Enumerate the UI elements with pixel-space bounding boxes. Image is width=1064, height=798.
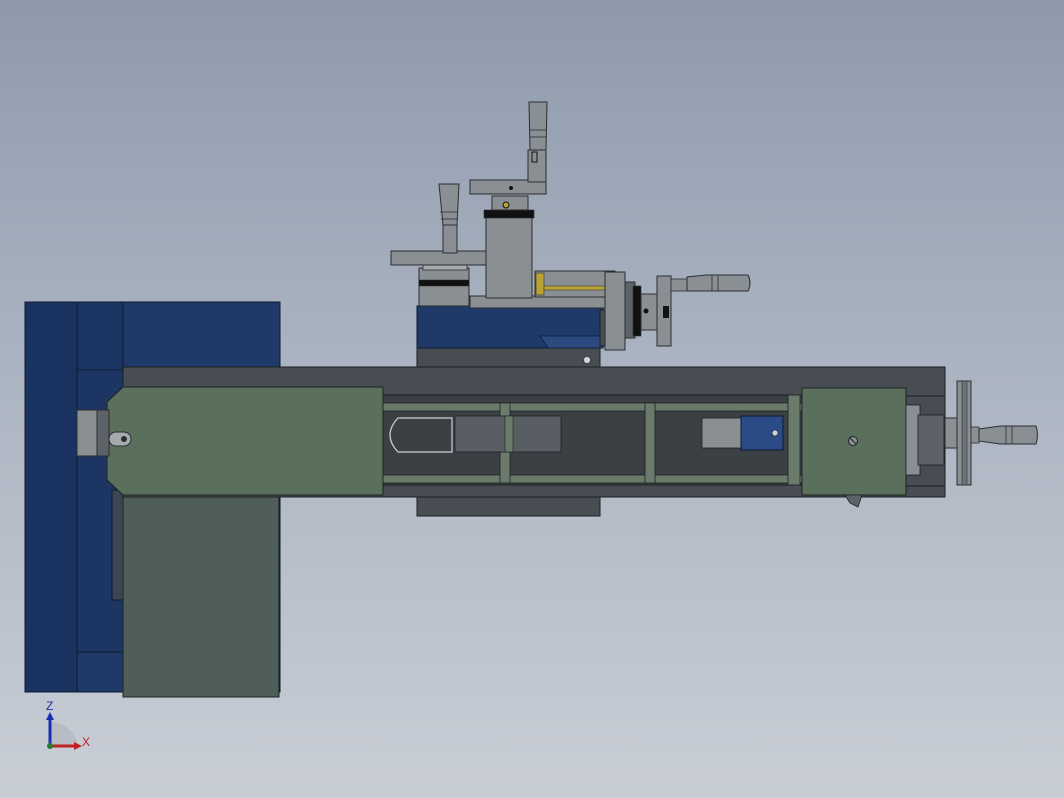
center-feed-column [469, 101, 548, 299]
triad-x-label: X [82, 735, 91, 749]
lower-cabinet [122, 495, 280, 698]
left-tool-post [390, 183, 497, 307]
saddle-plate [416, 496, 601, 517]
tailstock-handwheel [944, 380, 1038, 486]
triad-z-label: Z [46, 699, 54, 713]
cad-model-viewport[interactable] [0, 0, 1064, 798]
carriage-apron [106, 386, 384, 496]
coordinate-triad [46, 712, 82, 750]
compound-handle [670, 274, 751, 292]
cross-slide [416, 305, 613, 368]
